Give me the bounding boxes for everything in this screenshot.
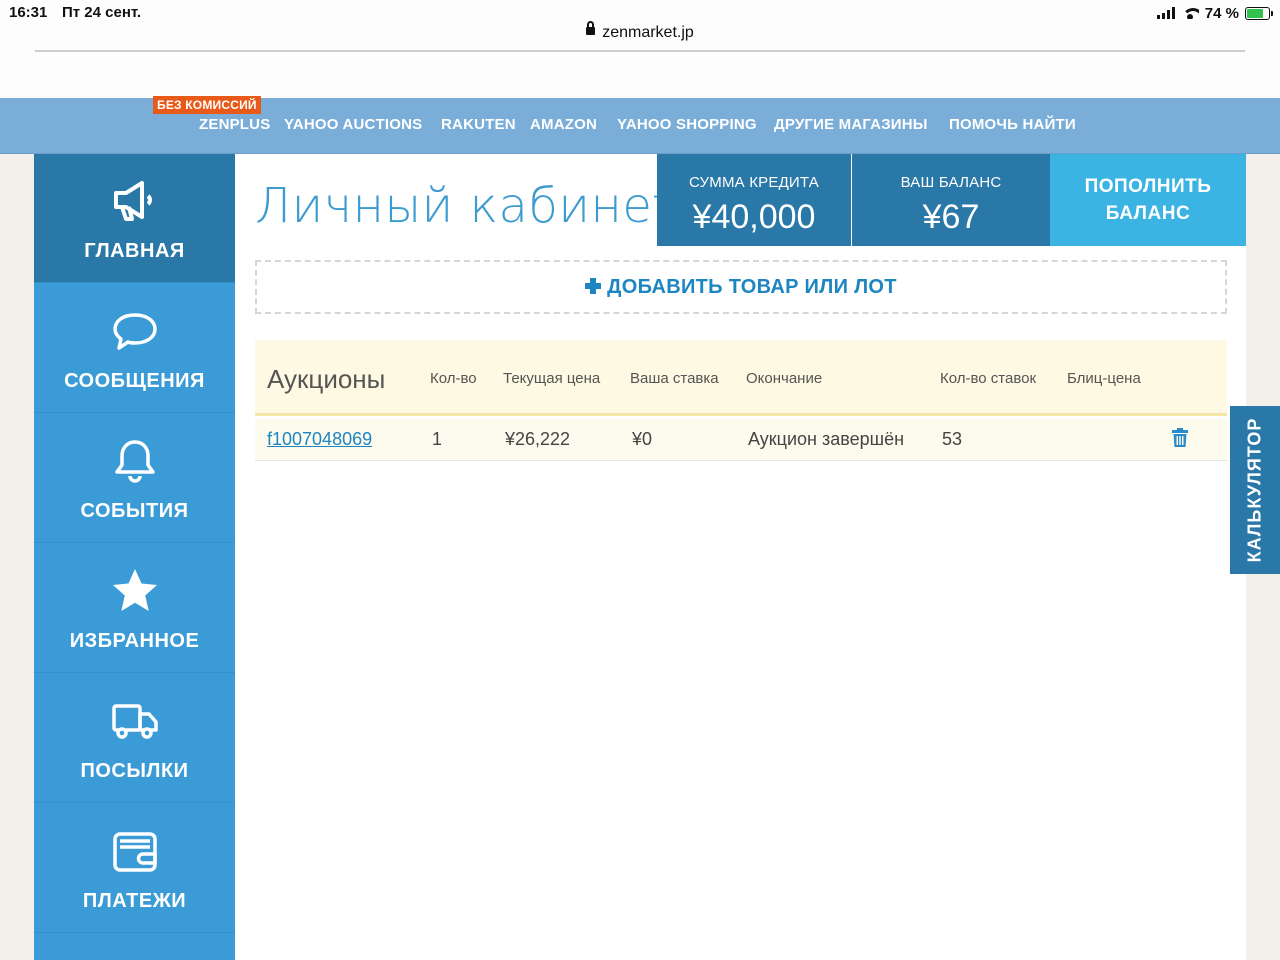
column-header-qty: Кол-во bbox=[430, 370, 477, 387]
add-item-button[interactable]: ДОБАВИТЬ ТОВАР ИЛИ ЛОТ bbox=[255, 260, 1227, 314]
column-header-ending: Окончание bbox=[746, 370, 823, 387]
nav-amazon[interactable]: AMAZON bbox=[530, 116, 597, 133]
nav-zenplus[interactable]: ZENPLUS bbox=[199, 116, 270, 133]
sidebar-item-label: ПОСЫЛКИ bbox=[80, 760, 189, 782]
chat-bubble-icon bbox=[112, 313, 157, 350]
cell-ending: Аукцион завершён bbox=[748, 429, 905, 449]
sidebar-item-label: ИЗБРАННОЕ bbox=[69, 630, 200, 652]
column-header-your-bid: Ваша ставка bbox=[630, 370, 719, 387]
sidebar-item-label: ПЛАТЕЖИ bbox=[82, 890, 187, 912]
top-up-label-line2: БАЛАНС bbox=[1105, 203, 1191, 224]
cellular-signal-icon bbox=[1156, 7, 1175, 19]
nav-help-find[interactable]: ПОМОЧЬ НАЙТИ bbox=[949, 116, 1076, 133]
address-bar[interactable]: zenmarket.jp bbox=[0, 20, 1280, 42]
table-row: f1007048069 1 ¥26,222 ¥0 Аукцион завершё… bbox=[255, 419, 1227, 461]
bell-icon bbox=[114, 440, 155, 483]
sidebar-item-payments[interactable]: ПЛАТЕЖИ bbox=[34, 804, 235, 933]
battery-percent: 74 % bbox=[1204, 4, 1239, 22]
sidebar-item-messages[interactable]: СООБЩЕНИЯ bbox=[34, 284, 235, 413]
sidebar-item-events[interactable]: СОБЫТИЯ bbox=[34, 414, 235, 543]
sidebar-item-favorites[interactable]: ИЗБРАННОЕ bbox=[34, 544, 235, 673]
megaphone-icon bbox=[113, 181, 152, 221]
lock-icon bbox=[586, 20, 596, 35]
column-header-current-price: Текущая цена bbox=[503, 370, 601, 387]
balance-label: ВАШ БАЛАНС bbox=[900, 174, 1002, 191]
sidebar-item-label: ГЛАВНАЯ bbox=[84, 240, 185, 262]
battery-icon bbox=[1245, 6, 1273, 20]
cell-current-price: ¥26,222 bbox=[505, 429, 571, 449]
credit-sum-value: ¥40,000 bbox=[692, 198, 816, 236]
url-text: zenmarket.jp bbox=[602, 24, 694, 41]
page-title: Личный кабинет bbox=[255, 178, 680, 234]
column-header-bid-count: Кол-во ставок bbox=[940, 370, 1037, 387]
wallet-icon bbox=[112, 832, 157, 872]
trash-icon[interactable] bbox=[1172, 428, 1188, 447]
credit-sum-panel: СУММА КРЕДИТА ¥40,000 bbox=[657, 154, 851, 246]
cell-your-bid: ¥0 bbox=[632, 429, 653, 449]
star-icon bbox=[112, 569, 157, 611]
status-bar: 16:31 Пт 24 сент. zenmarket.jp 74 % bbox=[0, 0, 1280, 52]
top-up-balance-button[interactable]: ПОПОЛНИТЬ БАЛАНС bbox=[1050, 154, 1246, 246]
balance-value: ¥67 bbox=[922, 198, 980, 236]
auctions-table-header: Аукционы Кол-во Текущая цена Ваша ставка… bbox=[255, 340, 1227, 416]
column-header-buyout-price: Блиц-цена bbox=[1067, 370, 1141, 387]
balance-panel: ВАШ БАЛАНС ¥67 bbox=[852, 154, 1050, 246]
status-time: 16:31 bbox=[9, 4, 48, 21]
site-header-band bbox=[0, 52, 1280, 98]
truck-icon bbox=[111, 704, 158, 739]
no-commission-badge: БЕЗ КОМИССИЙ bbox=[153, 96, 261, 114]
nav-rakuten[interactable]: RAKUTEN bbox=[441, 116, 516, 133]
cell-qty: 1 bbox=[432, 429, 443, 449]
sidebar-item-label: СОБЫТИЯ bbox=[80, 500, 189, 522]
nav-yahoo-auctions[interactable]: YAHOO AUCTIONS bbox=[284, 116, 422, 133]
credit-sum-label: СУММА КРЕДИТА bbox=[689, 174, 819, 191]
calculator-label: КАЛЬКУЛЯТОР bbox=[1244, 417, 1265, 563]
sidebar-item-label: СООБЩЕНИЯ bbox=[64, 370, 205, 392]
sidebar: ГЛАВНАЯ СООБЩЕНИЯ СОБЫТИЯ ИЗБРАННОЕ ПОСЫ… bbox=[34, 154, 235, 960]
top-up-label-line1: ПОПОЛНИТЬ bbox=[1084, 176, 1212, 197]
sidebar-item-parcels[interactable]: ПОСЫЛКИ bbox=[34, 674, 235, 803]
plus-icon bbox=[585, 277, 602, 294]
status-date: Пт 24 сент. bbox=[62, 4, 142, 21]
cell-bid-count: 53 bbox=[942, 429, 963, 449]
sidebar-item-home[interactable]: ГЛАВНАЯ bbox=[34, 154, 235, 283]
status-indicators: 74 % bbox=[1156, 4, 1273, 22]
auctions-title: Аукционы bbox=[267, 364, 386, 394]
wifi-icon bbox=[1181, 7, 1199, 19]
add-item-label: ДОБАВИТЬ ТОВАР ИЛИ ЛОТ bbox=[607, 276, 897, 298]
nav-yahoo-shopping[interactable]: YAHOO SHOPPING bbox=[617, 116, 757, 133]
calculator-tab[interactable]: КАЛЬКУЛЯТОР bbox=[1230, 406, 1280, 574]
nav-other-stores[interactable]: ДРУГИЕ МАГАЗИНЫ bbox=[774, 116, 928, 133]
auction-id-link[interactable]: f1007048069 bbox=[267, 429, 372, 450]
